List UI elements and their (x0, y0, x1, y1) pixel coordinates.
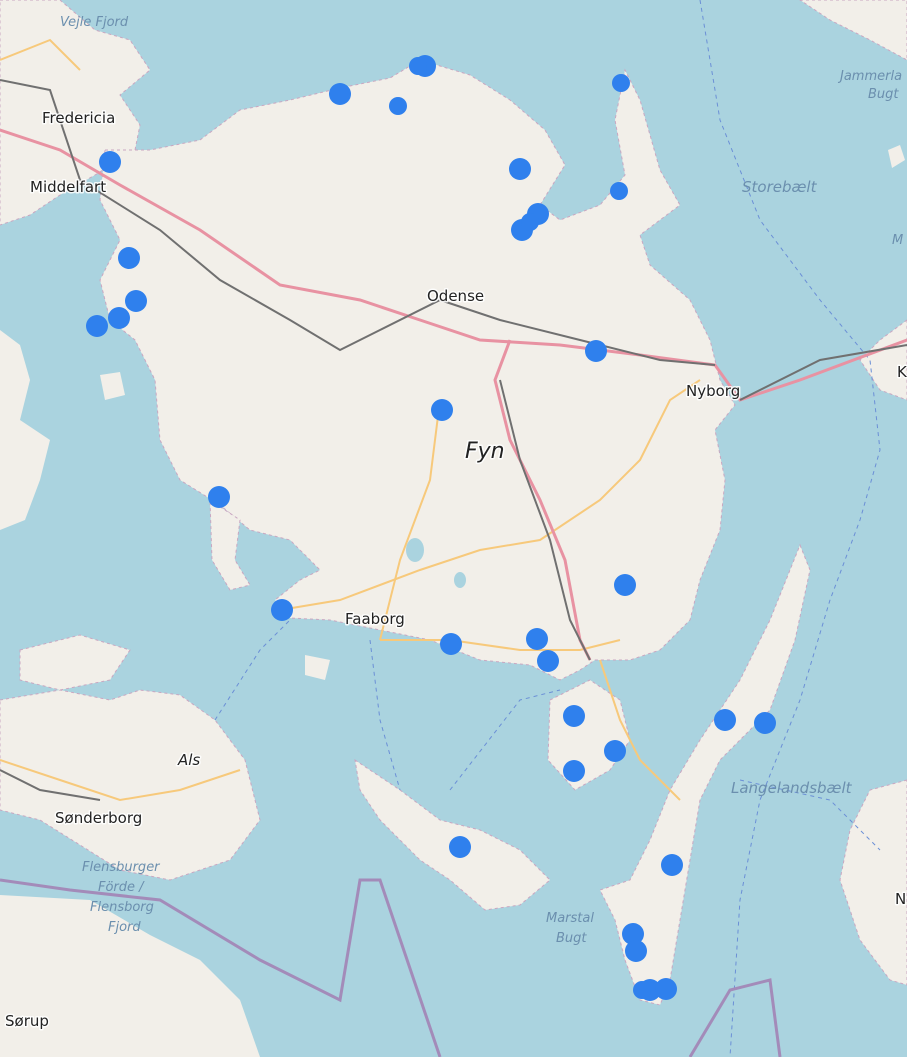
circle-marker[interactable] (509, 158, 531, 180)
circle-marker[interactable] (389, 97, 407, 115)
label-fjord: Fjord (108, 920, 141, 935)
circle-marker[interactable] (271, 599, 293, 621)
label-marstal-bugt: Bugt (556, 931, 587, 946)
label-bugt: Bugt (868, 87, 899, 102)
label-fredericia: Fredericia (42, 109, 115, 127)
circle-marker[interactable] (614, 574, 636, 596)
label-fyn: Fyn (465, 439, 505, 464)
label-sorup: Sørup (5, 1012, 49, 1030)
circle-marker[interactable] (99, 151, 121, 173)
label-marstal: Marstal (546, 911, 594, 926)
circle-marker[interactable] (537, 650, 559, 672)
circle-marker[interactable] (585, 340, 607, 362)
label-flensburger: Flensburger (82, 860, 161, 875)
circle-marker[interactable] (604, 740, 626, 762)
label-storebaelt: Storebælt (742, 178, 818, 196)
label-faaborg: Faaborg (345, 610, 405, 628)
label-forde: Förde / (98, 880, 145, 895)
label-langelandsbaelt: Langelandsbælt (731, 779, 853, 797)
circle-marker[interactable] (208, 486, 230, 508)
circle-marker[interactable] (526, 628, 548, 650)
circle-marker[interactable] (108, 307, 130, 329)
circle-marker[interactable] (118, 247, 140, 269)
circle-marker[interactable] (714, 709, 736, 731)
label-als: Als (177, 751, 200, 769)
lake (454, 572, 466, 588)
label-sonderborg: Sønderborg (55, 809, 142, 827)
circle-marker[interactable] (633, 981, 651, 999)
map-canvas[interactable]: Fyn Odense Nyborg Faaborg Middelfart Fre… (0, 0, 907, 1057)
circle-marker[interactable] (431, 399, 453, 421)
circle-marker[interactable] (610, 182, 628, 200)
label-edge-m: M (892, 233, 903, 248)
label-odense: Odense (427, 287, 484, 305)
circle-marker[interactable] (86, 315, 108, 337)
circle-marker[interactable] (409, 57, 427, 75)
circle-marker[interactable] (563, 760, 585, 782)
circle-marker[interactable] (612, 74, 630, 92)
label-vejle-fjord: Vejle Fjord (60, 15, 129, 30)
lake (406, 538, 424, 562)
label-middelfart: Middelfart (30, 178, 106, 196)
circle-marker[interactable] (329, 83, 351, 105)
circle-marker[interactable] (655, 978, 677, 1000)
circle-marker[interactable] (625, 940, 647, 962)
circle-marker[interactable] (661, 854, 683, 876)
label-flensborg: Flensborg (90, 900, 154, 915)
map-view[interactable]: Fyn Odense Nyborg Faaborg Middelfart Fre… (0, 0, 907, 1057)
circle-marker[interactable] (754, 712, 776, 734)
label-nyborg: Nyborg (686, 382, 740, 400)
label-jammerland: Jammerla (837, 69, 902, 84)
label-edge-n: N (895, 890, 906, 908)
circle-marker[interactable] (440, 633, 462, 655)
circle-marker[interactable] (449, 836, 471, 858)
circle-marker[interactable] (563, 705, 585, 727)
circle-marker[interactable] (125, 290, 147, 312)
label-edge-k: K (897, 363, 907, 381)
circle-marker[interactable] (521, 213, 539, 231)
